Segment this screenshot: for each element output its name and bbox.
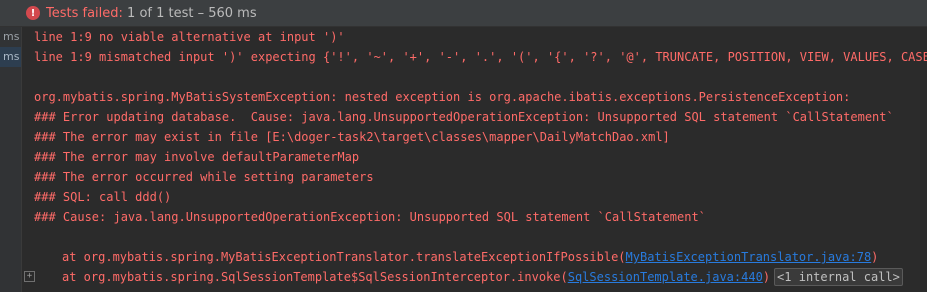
test-tree-gutter: ms ms [0, 27, 22, 292]
trace-prefix: at org.mybatis.spring.SqlSessionTemplate… [62, 270, 568, 284]
console-line: ### Cause: java.lang.UnsupportedOperatio… [34, 210, 706, 224]
console-line: ### The error may exist in file [E:\doge… [34, 130, 670, 144]
console-line: org.mybatis.spring.MyBatisSystemExceptio… [34, 90, 851, 104]
source-link[interactable]: MyBatisExceptionTranslator.java:78 [626, 250, 872, 264]
error-circle-icon: ! [26, 6, 40, 20]
tests-failed-label: Tests failed: [46, 5, 123, 21]
trace-prefix: at org.mybatis.spring.MyBatisExceptionTr… [62, 250, 626, 264]
internal-calls-badge[interactable]: <1 internal call> [774, 268, 903, 286]
console-line: line 1:9 no viable alternative at input … [34, 30, 345, 44]
console-line: ### The error occurred while setting par… [34, 170, 374, 184]
test-status-bar: ! Tests failed: 1 of 1 test – 560 ms [0, 0, 927, 27]
test-duration-cell-selected[interactable]: ms [0, 47, 21, 67]
stack-trace-line: at org.mybatis.spring.MyBatisExceptionTr… [34, 247, 878, 267]
console-output[interactable]: line 1:9 no viable alternative at input … [34, 27, 927, 292]
source-link[interactable]: SqlSessionTemplate.java:440 [568, 270, 763, 284]
console-line: line 1:9 mismatched input ')' expecting … [34, 50, 927, 64]
trace-suffix: ) [762, 270, 771, 284]
test-duration-cell[interactable]: ms [0, 27, 21, 47]
console-line: ### The error may involve defaultParamet… [34, 150, 360, 164]
stack-trace-line: at org.mybatis.spring.SqlSessionTemplate… [34, 267, 903, 287]
console-line: ### Error updating database. Cause: java… [34, 110, 894, 124]
tests-summary: 1 of 1 test – 560 ms [122, 5, 257, 21]
console-line: ### SQL: call ddd() [34, 190, 172, 204]
trace-suffix: ) [871, 250, 879, 264]
